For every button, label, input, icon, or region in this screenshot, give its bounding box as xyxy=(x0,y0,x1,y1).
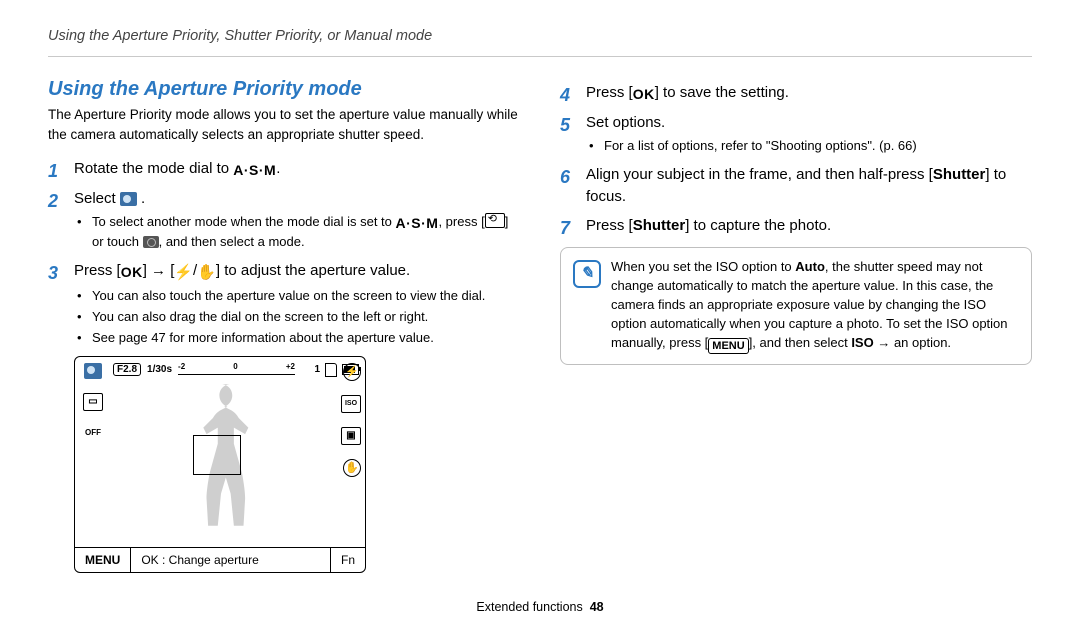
step-1: Rotate the mode dial to A·S·M. xyxy=(48,158,520,180)
aperture-readout: F2.8 xyxy=(113,363,141,376)
flash-status-icon: ⚡ xyxy=(343,363,361,381)
step-5-sub-1: For a list of options, refer to "Shootin… xyxy=(586,137,1032,156)
menu-button-icon: MENU xyxy=(708,338,748,354)
timer-right-icon: ✋ xyxy=(197,262,216,284)
right-column: Press [OK] to save the setting. Set opti… xyxy=(560,78,1032,573)
back-button-icon xyxy=(485,213,505,228)
step-3: Press [OK] → [⚡/✋] to adjust the apertur… xyxy=(48,260,520,347)
steps-right: Press [OK] to save the setting. Set opti… xyxy=(560,82,1032,237)
header-rule xyxy=(48,56,1032,57)
ok-button-icon: OK xyxy=(633,84,655,104)
step-3-sub-2: You can also drag the dial on the screen… xyxy=(74,308,520,327)
camera-lcd-preview: ▭ OFF F2.8 1/30s -2 0 +2 1 xyxy=(74,356,366,573)
steps-left: Rotate the mode dial to A·S·M. Select . … xyxy=(48,158,520,347)
metering-icon: ▣ xyxy=(341,427,361,445)
running-header: Using the Aperture Priority, Shutter Pri… xyxy=(48,28,1032,44)
section-title: Using the Aperture Priority mode xyxy=(48,78,520,101)
mode-select-icon xyxy=(120,192,137,206)
focus-frame-icon xyxy=(193,435,241,475)
ev-scale: -2 0 +2 xyxy=(178,364,295,375)
mode-indicator-icon xyxy=(84,363,102,379)
mode-asm-icon: A·S·M xyxy=(396,213,439,233)
intro-paragraph: The Aperture Priority mode allows you to… xyxy=(48,105,520,144)
step-3-sub-3: See page 47 for more information about t… xyxy=(74,329,520,348)
step-5: Set options. For a list of options, refe… xyxy=(560,112,1032,156)
step-7: Press [Shutter] to capture the photo. xyxy=(560,215,1032,237)
shots-remaining: 1 xyxy=(314,364,320,375)
step-2: Select . To select another mode when the… xyxy=(48,188,520,252)
shutter-readout: 1/30s xyxy=(147,364,172,375)
drive-mode-icon: ▭ xyxy=(83,393,103,411)
step-6: Align your subject in the frame, and the… xyxy=(560,164,1032,208)
flash-left-icon: ⚡ xyxy=(174,262,193,284)
lcd-ok-label: OK : Change aperture xyxy=(131,548,330,572)
ok-button-icon: OK xyxy=(121,262,143,282)
flash-off-icon: OFF xyxy=(84,425,102,441)
iso-auto-icon: ISO xyxy=(341,395,361,413)
step-4: Press [OK] to save the setting. xyxy=(560,82,1032,104)
lcd-menu-label: MENU xyxy=(75,548,131,572)
lcd-fn-label: Fn xyxy=(330,548,365,572)
left-column: Using the Aperture Priority mode The Ape… xyxy=(48,78,520,573)
stabilization-icon: ✋ xyxy=(343,459,361,477)
step-2-sub: To select another mode when the mode dia… xyxy=(74,213,520,252)
step-3-sub-1: You can also touch the aperture value on… xyxy=(74,287,520,306)
page-footer: Extended functions 48 xyxy=(0,600,1080,614)
camera-touch-icon xyxy=(143,236,159,248)
info-note: ✎ When you set the ISO option to Auto, t… xyxy=(560,247,1032,364)
note-info-icon: ✎ xyxy=(573,260,601,288)
mode-asm-icon: A·S·M xyxy=(233,160,276,180)
